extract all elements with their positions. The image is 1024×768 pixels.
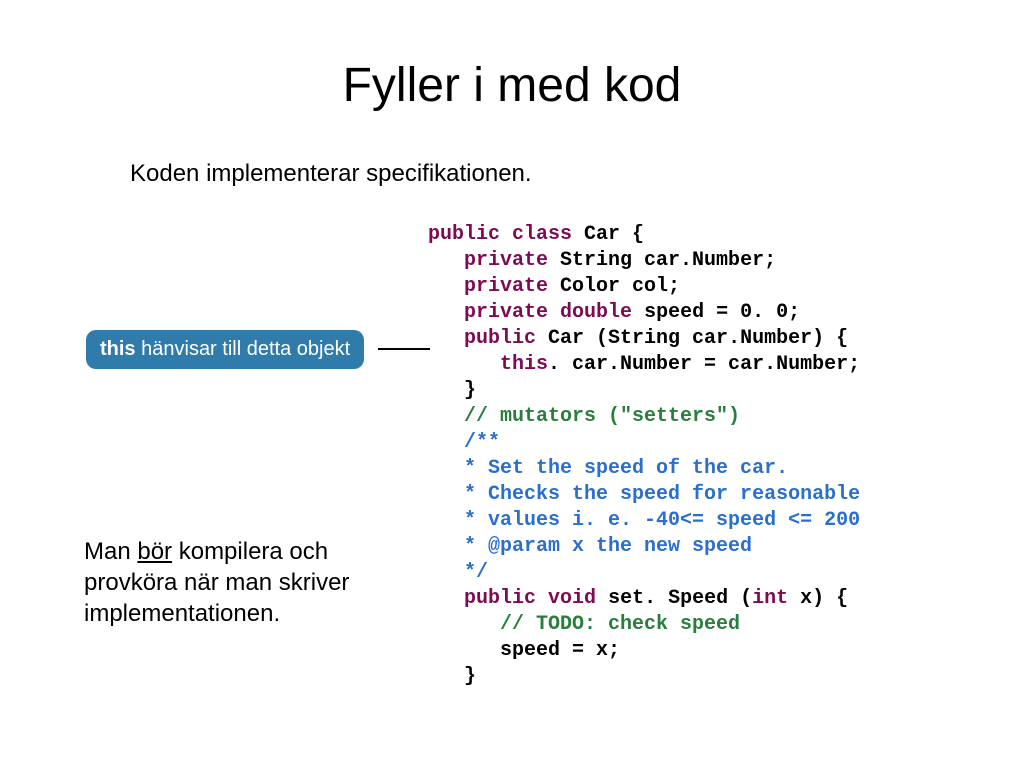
slide-title: Fyller i med kod (0, 58, 1024, 113)
slide-subtitle: Koden implementerar specifikationen. (130, 160, 532, 188)
note-underlined: bör (137, 538, 172, 565)
callout-keyword: this (100, 338, 136, 360)
callout-connector (378, 348, 430, 350)
kw-public: public (428, 223, 500, 246)
callout-text: hänvisar till detta objekt (141, 338, 350, 360)
code-block: public class Car { private String car.Nu… (428, 222, 860, 690)
note-p1: Man (84, 538, 137, 565)
side-note: Man bör kompilera och provköra när man s… (84, 536, 394, 630)
callout-this: this hänvisar till detta objekt (86, 330, 364, 369)
